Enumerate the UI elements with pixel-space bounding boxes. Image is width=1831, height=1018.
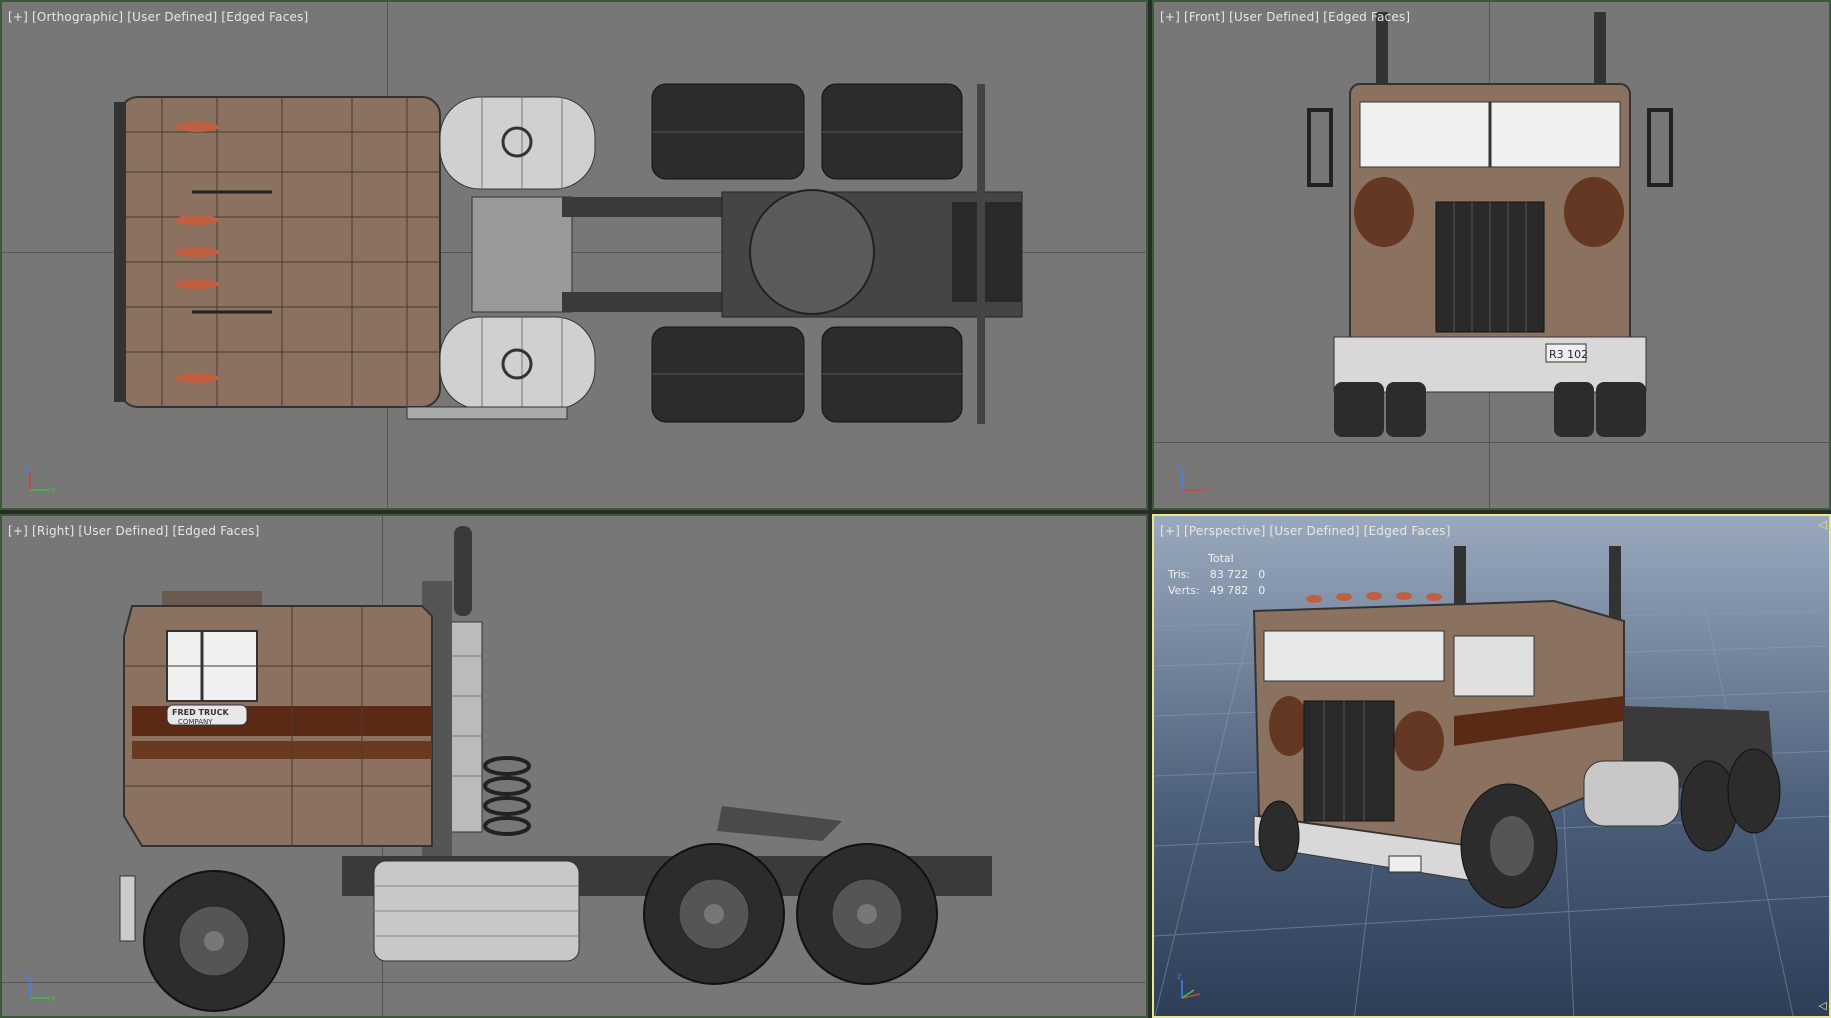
stats-header: Total [1208, 552, 1234, 565]
viewport-front-label: [+] [Front] [User Defined] [Edged Faces] [1160, 10, 1414, 24]
viewport-menu-button[interactable]: [+] [8, 10, 28, 24]
viewport-shading-button[interactable]: [User Defined] [1270, 524, 1360, 538]
viewport-edged-faces-button[interactable]: [Edged Faces] [1364, 524, 1451, 538]
viewport-right-label: [+] [Right] [User Defined] [Edged Faces] [8, 524, 264, 538]
viewport-menu-button[interactable]: [+] [1160, 524, 1180, 538]
viewport-edged-faces-button[interactable]: [Edged Faces] [221, 10, 308, 24]
truck-top-view [114, 83, 1023, 424]
viewport-shading-button[interactable]: [User Defined] [1229, 10, 1319, 24]
viewport-menu-button[interactable]: [+] [8, 524, 28, 538]
axis-gizmo-icon: z x [1177, 464, 1208, 494]
axis-gizmo-icon: z [1177, 972, 1201, 999]
viewport-front[interactable]: [+] [Front] [User Defined] [Edged Faces] R3… [1152, 0, 1831, 510]
viewport-view-button[interactable]: [Perspective] [1184, 524, 1265, 538]
axis-gizmo-icon: z y [25, 972, 56, 1002]
svg-text:z: z [25, 972, 29, 981]
viewport-right[interactable]: [+] [Right] [User Defined] [Edged Faces] FR… [0, 514, 1148, 1018]
viewport-view-button[interactable]: [Orthographic] [32, 10, 123, 24]
stats-verts-label: Verts: [1168, 584, 1200, 597]
truck-front-view: R3 102 [1307, 12, 1673, 437]
viewport-shading-button[interactable]: [User Defined] [78, 524, 168, 538]
viewport-shading-button[interactable]: [User Defined] [127, 10, 217, 24]
svg-text:y: y [51, 485, 56, 494]
stats-tris-label: Tris: [1168, 568, 1191, 581]
stats-overlay: Total Tris: 83 722 0 Verts: 49 782 0 [1168, 551, 1275, 599]
svg-text:z: z [1177, 972, 1181, 981]
viewport-edged-faces-button[interactable]: [Edged Faces] [1323, 10, 1410, 24]
license-plate-front: R3 102 [1549, 348, 1588, 361]
stats-tris-selected: 0 [1258, 568, 1266, 581]
viewport-menu-button[interactable]: [+] [1160, 10, 1180, 24]
stats-tris-value: 83 722 [1209, 568, 1249, 581]
viewport-view-button[interactable]: [Right] [32, 524, 74, 538]
door-logo-line1: FRED TRUCK [172, 708, 230, 717]
stats-verts-selected: 0 [1258, 584, 1266, 597]
axis-gizmo-icon: z y [25, 464, 56, 494]
svg-text:z: z [1177, 464, 1181, 473]
viewport-perspective-label: [+] [Perspective] [User Defined] [Edged Fac… [1160, 524, 1455, 538]
viewport-resize-handle-icon[interactable]: ◁ [1819, 999, 1827, 1012]
viewport-view-button[interactable]: [Front] [1184, 10, 1225, 24]
viewport-resize-handle-icon[interactable]: ◁ [1819, 518, 1827, 531]
svg-text:x: x [1203, 485, 1208, 494]
stats-verts-value: 49 782 [1209, 584, 1249, 597]
svg-text:y: y [51, 993, 56, 1002]
door-logo-line2: COMPANY [178, 718, 213, 726]
truck-side-view: FRED TRUCK COMPANY [119, 526, 992, 1012]
svg-text:z: z [25, 464, 29, 473]
viewport-edged-faces-button[interactable]: [Edged Faces] [173, 524, 260, 538]
viewport-perspective[interactable]: [+] [Perspective] [User Defined] [Edged Fac… [1152, 514, 1831, 1018]
viewport-top-label: [+] [Orthographic] [User Defined] [Edged Fa… [8, 10, 312, 24]
viewport-top[interactable]: [+] [Orthographic] [User Defined] [Edged Fa… [0, 0, 1148, 510]
